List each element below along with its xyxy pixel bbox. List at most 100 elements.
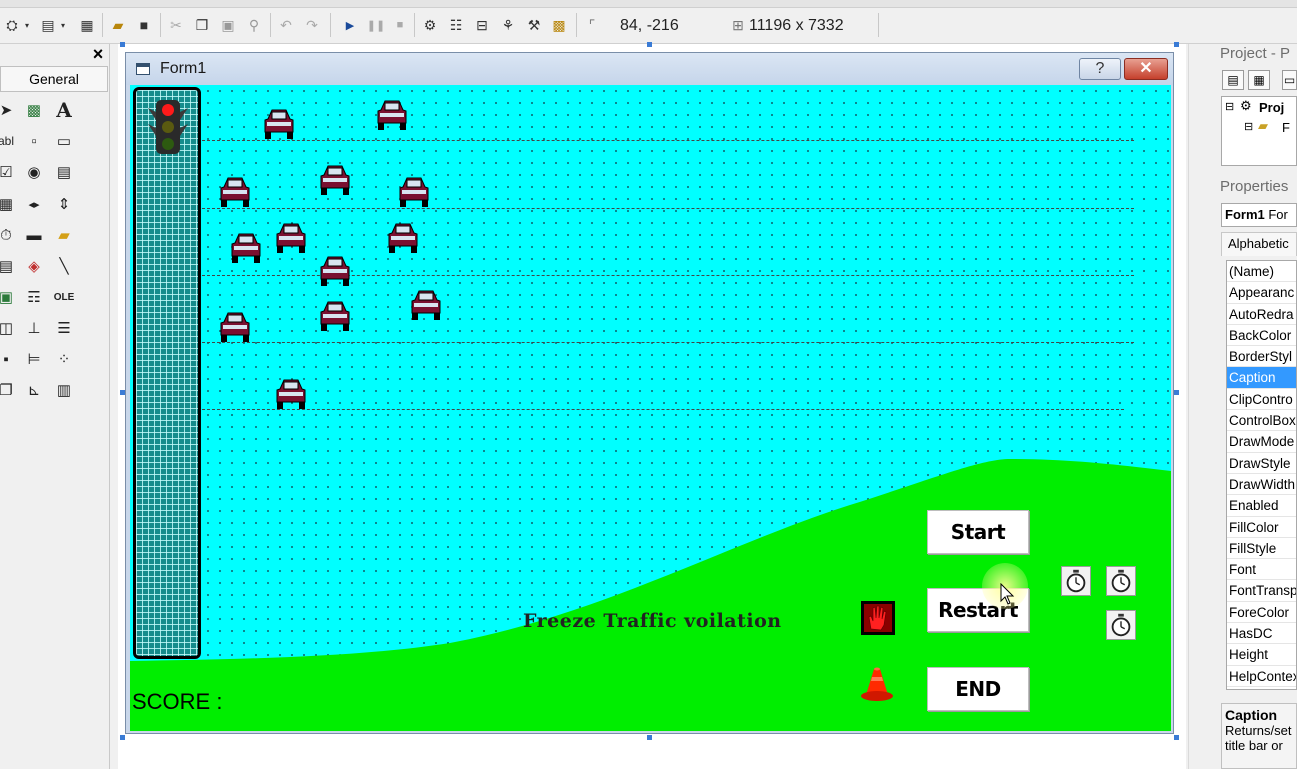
car-icon[interactable] bbox=[218, 173, 252, 209]
property-row[interactable]: BorderStyl bbox=[1227, 346, 1296, 368]
property-row[interactable]: Height bbox=[1227, 644, 1296, 666]
form-layout-icon[interactable]: ⊟ bbox=[472, 14, 492, 36]
timer-tool-icon[interactable]: ⏱ bbox=[0, 223, 18, 247]
object-selector[interactable]: Form1 For bbox=[1221, 203, 1297, 227]
resize-handle[interactable] bbox=[120, 735, 125, 740]
start-icon[interactable]: ▶ bbox=[340, 14, 360, 36]
cut-icon[interactable]: ✂ bbox=[166, 14, 186, 36]
car-icon[interactable] bbox=[274, 219, 308, 255]
redo-icon[interactable]: ↷ bbox=[302, 14, 322, 36]
properties-window-icon[interactable]: ☷ bbox=[446, 14, 466, 36]
car-icon[interactable] bbox=[375, 96, 409, 132]
resize-handle[interactable] bbox=[1174, 42, 1179, 47]
car-icon[interactable] bbox=[229, 229, 263, 265]
timer-icon[interactable] bbox=[1106, 566, 1136, 596]
copy-icon[interactable]: ❐ bbox=[192, 14, 212, 36]
hscrollbar-tool-icon[interactable]: ◂▸ bbox=[22, 192, 46, 216]
property-row[interactable]: FillStyle bbox=[1227, 538, 1296, 560]
object-browser-icon[interactable]: ⚘ bbox=[498, 14, 518, 36]
open-project-icon[interactable]: ▰ bbox=[108, 14, 128, 36]
help-button[interactable]: ? bbox=[1079, 58, 1121, 80]
custom-tool-7-icon[interactable]: ❐ bbox=[0, 378, 18, 402]
listbox-tool-icon[interactable]: ▦ bbox=[0, 192, 18, 216]
collapse-icon[interactable]: ⊟ bbox=[1225, 100, 1234, 113]
ole-tool-icon[interactable]: OLE bbox=[52, 285, 76, 309]
custom-tool-4-icon[interactable]: ▪ bbox=[0, 347, 18, 371]
pointer-tool-icon[interactable]: ➤ bbox=[0, 98, 18, 122]
start-button[interactable]: Start bbox=[927, 510, 1029, 554]
property-row[interactable]: ForeColor bbox=[1227, 602, 1296, 624]
car-icon[interactable] bbox=[318, 297, 352, 333]
custom-tool-3-icon[interactable]: ☰ bbox=[52, 316, 76, 340]
property-row[interactable]: DrawMode bbox=[1227, 431, 1296, 453]
tab-alphabetic[interactable]: Alphabetic bbox=[1221, 232, 1297, 256]
data-tool-icon[interactable]: ☶ bbox=[22, 285, 46, 309]
project-tree[interactable]: ⊟ ⚙ Proj ⊟ ▰ F bbox=[1221, 96, 1297, 166]
form-title-bar[interactable]: Form1 ? ✕ bbox=[126, 53, 1173, 85]
custom-tool-6-icon[interactable]: ⁘ bbox=[52, 347, 76, 371]
project-explorer-icon[interactable]: ⚙ bbox=[420, 14, 440, 36]
toggle-folders-icon[interactable]: ▭ bbox=[1282, 70, 1297, 90]
car-icon[interactable] bbox=[218, 308, 252, 344]
save-project-icon[interactable]: ■ bbox=[134, 14, 154, 36]
car-icon[interactable] bbox=[262, 105, 296, 141]
property-row[interactable]: HasDC bbox=[1227, 623, 1296, 645]
property-row[interactable]: DrawStyle bbox=[1227, 453, 1296, 474]
resize-handle[interactable] bbox=[647, 735, 652, 740]
custom-tool-8-icon[interactable]: ⊾ bbox=[22, 378, 46, 402]
drivelistbox-tool-icon[interactable]: ▬ bbox=[22, 223, 46, 247]
forms-node-label[interactable]: F bbox=[1282, 120, 1290, 135]
stop-hand-icon[interactable] bbox=[861, 601, 895, 635]
property-row[interactable]: BackColor bbox=[1227, 325, 1296, 347]
car-icon[interactable] bbox=[274, 375, 308, 411]
resize-handle[interactable] bbox=[1174, 390, 1179, 395]
end-icon[interactable]: ■ bbox=[390, 14, 410, 36]
optionbutton-tool-icon[interactable]: ◉ bbox=[22, 160, 46, 184]
property-row[interactable]: ClipContro bbox=[1227, 389, 1296, 411]
property-row-selected[interactable]: Caption bbox=[1227, 367, 1296, 389]
toolbox-tab-general[interactable]: General bbox=[0, 66, 108, 92]
timer-icon[interactable] bbox=[1061, 566, 1091, 596]
combobox-tool-icon[interactable]: ▤ bbox=[52, 160, 76, 184]
property-row[interactable]: FillColor bbox=[1227, 517, 1296, 538]
custom-tool-2-icon[interactable]: ⊥ bbox=[22, 316, 46, 340]
timer-icon[interactable] bbox=[1106, 610, 1136, 640]
property-row[interactable]: AutoRedra bbox=[1227, 304, 1296, 325]
toolbox-icon[interactable]: ⚒ bbox=[524, 14, 544, 36]
traffic-light-icon[interactable] bbox=[146, 98, 190, 156]
car-icon[interactable] bbox=[386, 219, 420, 255]
traffic-cone-icon[interactable] bbox=[858, 665, 896, 703]
line-tool-icon[interactable]: ╲ bbox=[52, 254, 76, 278]
property-row[interactable]: Font bbox=[1227, 559, 1296, 581]
project-node-label[interactable]: Proj bbox=[1259, 100, 1284, 115]
frame-tool-icon[interactable]: ▫ bbox=[22, 129, 46, 153]
custom-tool-9-icon[interactable]: ▥ bbox=[52, 378, 76, 402]
filelistbox-tool-icon[interactable]: ▤ bbox=[0, 254, 18, 278]
signal-panel[interactable] bbox=[133, 87, 201, 659]
vscrollbar-tool-icon[interactable]: ⇕ bbox=[52, 192, 76, 216]
chevron-down-icon[interactable]: ▾ bbox=[58, 14, 68, 36]
menu-editor-icon[interactable]: ▦ bbox=[77, 14, 97, 36]
car-icon[interactable] bbox=[318, 161, 352, 197]
image-tool-icon[interactable]: ▣ bbox=[0, 285, 18, 309]
picturebox-tool-icon[interactable]: ▩ bbox=[22, 98, 46, 122]
custom-tool-1-icon[interactable]: ◫ bbox=[0, 316, 18, 340]
form-client-area[interactable]: Freeze Traffic voilation SCORE : Start R… bbox=[130, 85, 1171, 731]
car-icon[interactable] bbox=[397, 173, 431, 209]
car-icon[interactable] bbox=[409, 286, 443, 322]
label-tool-icon[interactable]: A bbox=[52, 98, 76, 122]
add-form-icon[interactable]: ▤ bbox=[38, 14, 58, 36]
property-row[interactable]: Enabled bbox=[1227, 495, 1296, 517]
property-row[interactable]: FontTransp bbox=[1227, 580, 1296, 602]
resize-handle[interactable] bbox=[1174, 735, 1179, 740]
view-code-icon[interactable]: ▤ bbox=[1222, 70, 1244, 90]
resize-handle[interactable] bbox=[647, 42, 652, 47]
textbox-tool-icon[interactable]: abl bbox=[0, 129, 18, 153]
paste-icon[interactable]: ▣ bbox=[218, 14, 238, 36]
dirlistbox-tool-icon[interactable]: ▰ bbox=[52, 223, 76, 247]
custom-tool-5-icon[interactable]: ⊨ bbox=[22, 347, 46, 371]
property-row[interactable]: HelpContex bbox=[1227, 666, 1296, 687]
properties-grid[interactable]: (Name) Appearanc AutoRedra BackColor Bor… bbox=[1226, 260, 1297, 690]
view-object-icon[interactable]: ▦ bbox=[1248, 70, 1270, 90]
break-icon[interactable]: ❚❚ bbox=[366, 14, 386, 36]
